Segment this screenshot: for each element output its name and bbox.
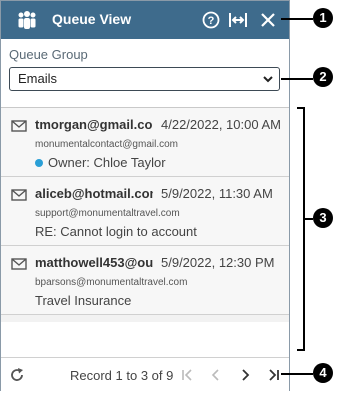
item-email: tmorgan@gmail.com (35, 117, 153, 132)
list-item[interactable]: tmorgan@gmail.com 4/22/2022, 10:00 AM mo… (1, 108, 289, 177)
mail-icon (11, 258, 27, 270)
queue-group-label: Queue Group (9, 47, 88, 62)
first-page-icon[interactable] (180, 368, 194, 382)
chevron-down-icon (263, 76, 273, 83)
list-item[interactable]: matthowell453@outl... 5/9/2022, 12:30 PM… (1, 246, 289, 315)
item-recipient: support@monumentaltravel.com (35, 208, 180, 219)
callout-line-4 (281, 373, 313, 375)
item-time: 5/9/2022, 12:30 PM (161, 255, 275, 270)
item-recipient: monumentalcontact@gmail.com (35, 139, 178, 150)
queue-group-select[interactable]: Emails (9, 67, 280, 91)
svg-text:?: ? (208, 15, 215, 27)
next-page-icon[interactable] (238, 368, 252, 382)
pagination-bar: Record 1 to 3 of 9 (1, 357, 289, 391)
callout-badge-2: 2 (313, 67, 333, 87)
callout-line-1 (281, 18, 313, 20)
callout-line-2 (281, 78, 313, 80)
mail-icon (11, 189, 27, 201)
item-subject: RE: Cannot login to account (35, 224, 197, 239)
item-time: 4/22/2022, 10:00 AM (161, 117, 281, 132)
callout-bracket-3 (297, 107, 305, 351)
callout-badge-3: 3 (313, 208, 333, 228)
item-owner: Owner: Chloe Taylor (48, 155, 166, 170)
mail-icon (11, 120, 27, 132)
item-subject: Travel Insurance (35, 293, 132, 308)
expand-width-icon[interactable] (228, 10, 248, 30)
list-item[interactable]: aliceb@hotmail.com 5/9/2022, 11:30 AM su… (1, 177, 289, 246)
queue-item-list[interactable]: tmorgan@gmail.com 4/22/2022, 10:00 AM mo… (1, 107, 289, 322)
refresh-icon[interactable] (9, 367, 25, 383)
record-count: Record 1 to 3 of 9 (70, 368, 174, 383)
close-icon[interactable] (258, 10, 278, 30)
queue-group-value: Emails (18, 71, 58, 86)
item-time: 5/9/2022, 11:30 AM (161, 186, 273, 201)
item-recipient: bparsons@monumentaltravel.com (35, 277, 188, 288)
status-dot (35, 159, 43, 167)
prev-page-icon[interactable] (209, 368, 223, 382)
last-page-icon[interactable] (267, 368, 281, 382)
queue-people-icon (18, 11, 36, 29)
panel-header: Queue View ? (1, 1, 289, 39)
queue-view-panel: Queue View ? Queue Group Emails tmorgan@… (0, 0, 290, 391)
callout-badge-4: 4 (313, 363, 333, 383)
item-email: aliceb@hotmail.com (35, 186, 153, 201)
callout-badge-1: 1 (313, 8, 333, 28)
help-icon[interactable]: ? (201, 10, 221, 30)
panel-title: Queue View (52, 11, 132, 27)
item-email: matthowell453@outl... (35, 255, 153, 270)
callout-line-3 (305, 218, 313, 220)
